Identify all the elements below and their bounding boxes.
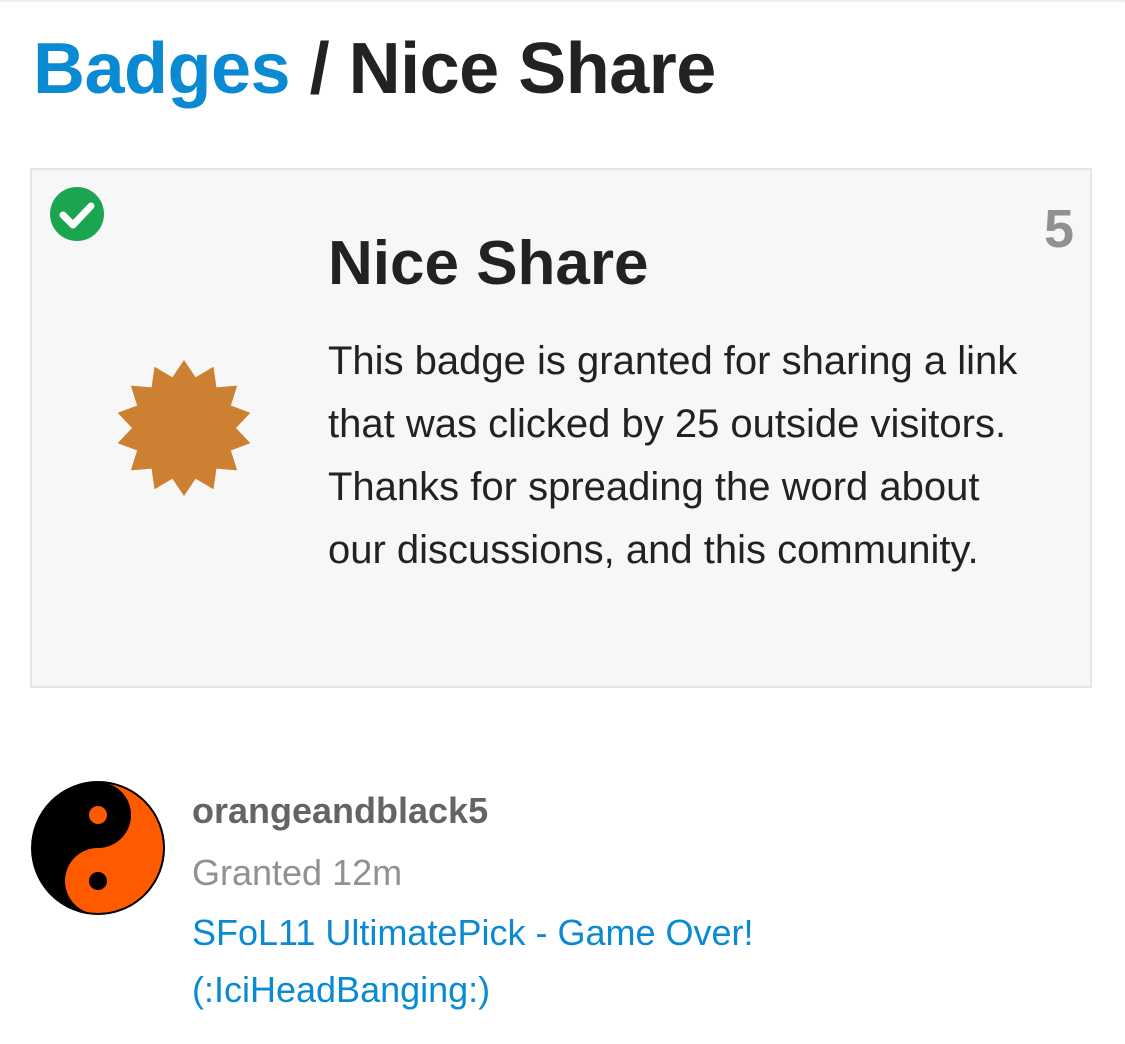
breadcrumb-badges-link[interactable]: Badges — [33, 29, 291, 109]
badge-card: 5 Nice Share This badge is granted for s… — [30, 168, 1092, 688]
badge-page: Badges / Nice Share 5 Nice Share This ba… — [0, 0, 1125, 1044]
page-title: Badges / Nice Share — [33, 26, 716, 112]
breadcrumb-current: Nice Share — [348, 29, 717, 109]
badge-grant-count: 5 — [1043, 199, 1074, 259]
bronze-badge-icon — [117, 360, 251, 496]
username-link[interactable]: orangeandblack5 — [192, 780, 1072, 842]
badge-description: This badge is granted for sharing a link… — [328, 339, 1018, 572]
topic-link[interactable]: SFoL11 UltimatePick - Game Over! (:IciHe… — [192, 904, 872, 1018]
granted-time: Granted 12m — [192, 852, 403, 893]
grant-info: orangeandblack5 Granted 12m SFoL11 Ultim… — [192, 780, 1072, 1018]
breadcrumb-separator: / — [309, 29, 330, 109]
badge-grant-item: orangeandblack5 Granted 12m SFoL11 Ultim… — [30, 780, 1092, 1020]
check-circle-icon — [50, 187, 104, 241]
badge-name: Nice Share — [328, 229, 649, 298]
yin-yang-avatar[interactable] — [30, 780, 166, 916]
